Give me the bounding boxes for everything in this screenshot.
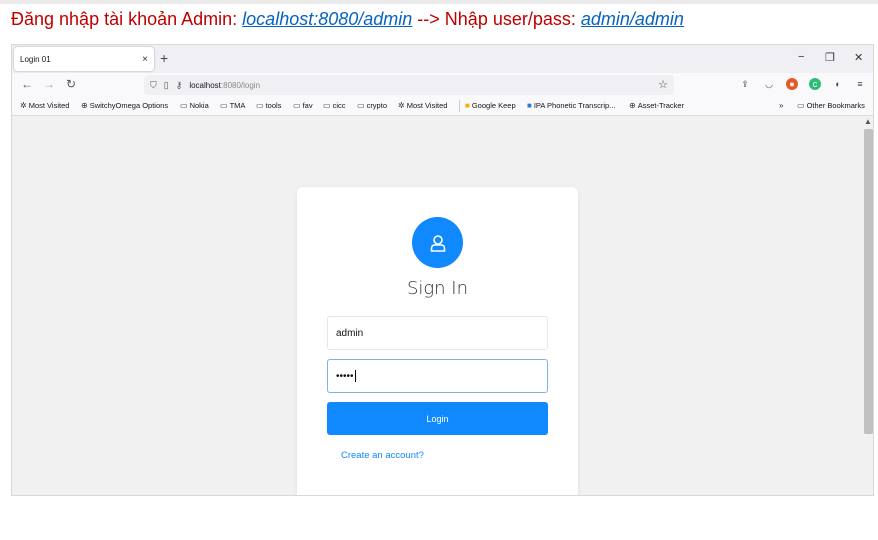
folder-icon: ▭ [797, 101, 805, 110]
folder-icon: ▭ [256, 101, 264, 110]
bookmark-asset-tracker[interactable]: ⊕ Asset-Tracker [629, 101, 684, 110]
caption-prefix: Đăng nhập tài khoản Admin: [11, 9, 243, 29]
shield-extension-icon[interactable]: ◡ [763, 78, 775, 90]
page-icon: ▯ [163, 79, 169, 90]
url-path: :8080/login [220, 80, 261, 90]
scroll-thumb[interactable] [864, 129, 873, 434]
folder-icon: ▭ [220, 101, 228, 110]
navigation-bar: ← → ↻ ⛉ ▯ ⚷ localhost:8080/login ☆ ⇪ ◡ ●… [12, 73, 873, 97]
text-caret [354, 370, 356, 382]
bookmark-ipa-phonetic[interactable]: ■ IPA Phonetic Transcrip... [527, 101, 615, 110]
globe-icon: ⊕ [629, 101, 636, 110]
bookmark-label: Nokia [189, 101, 209, 110]
bookmark-folder-cicc[interactable]: ▭ cicc [323, 101, 345, 110]
page-top-border [0, 0, 878, 4]
bookmark-most-visited[interactable]: ✲ Most Visited [20, 101, 69, 110]
bookmark-switchyomega[interactable]: ⊕ SwitchyOmega Options [81, 101, 168, 110]
ipa-icon: ■ [527, 101, 532, 110]
instruction-caption: Đăng nhập tài khoản Admin: localhost:808… [11, 9, 684, 30]
tab-bar: Login 01 × + − ❐ ✕ [12, 45, 873, 73]
bookmark-most-visited-2[interactable]: ✲ Most Visited [398, 101, 447, 110]
username-input[interactable]: admin [327, 316, 548, 350]
login-card: Sign In admin ••••• Login Create an acco… [297, 187, 578, 495]
username-value: admin [336, 327, 364, 339]
extension-green-icon[interactable]: c [809, 78, 821, 90]
bookmark-separator [459, 100, 460, 112]
extension-orange-icon[interactable]: ● [786, 78, 798, 90]
globe-icon: ⊕ [81, 101, 88, 110]
gear-icon: ✲ [398, 101, 405, 110]
close-window-button[interactable]: ✕ [854, 51, 863, 64]
bookmark-label: Other Bookmarks [806, 101, 865, 110]
bookmark-google-keep[interactable]: ■ Google Keep [465, 101, 516, 110]
shield-icon[interactable]: ⛉ [150, 80, 157, 91]
bookmark-label: TMA [229, 101, 246, 110]
address-bar[interactable]: ⛉ ▯ ⚷ localhost:8080/login ☆ [144, 75, 674, 95]
bookmark-label: cicc [332, 101, 346, 110]
bookmark-folder-fav[interactable]: ▭ fav [293, 101, 313, 110]
bookmark-label: Google Keep [471, 101, 516, 110]
caption-credentials-link[interactable]: admin/admin [581, 9, 684, 29]
folder-icon: ▭ [293, 101, 301, 110]
reload-icon[interactable]: ↻ [66, 77, 76, 91]
bookmark-label: Most Visited [28, 101, 70, 110]
user-icon [430, 234, 445, 252]
extension-circle-icon[interactable]: ◐ [832, 78, 844, 90]
bookmark-folder-tools[interactable]: ▭ tools [256, 101, 281, 110]
tab-close-icon[interactable]: × [142, 54, 148, 65]
create-account-link[interactable]: Create an account? [341, 450, 424, 461]
user-avatar [412, 217, 463, 268]
bookmark-star-icon[interactable]: ☆ [658, 78, 668, 91]
key-icon[interactable]: ⚷ [176, 80, 183, 91]
folder-icon: ▭ [180, 101, 188, 110]
caption-mid: --> Nhập user/pass: [412, 9, 581, 29]
folder-icon: ▭ [357, 101, 365, 110]
new-tab-button[interactable]: + [160, 50, 168, 66]
tab-login[interactable]: Login 01 × [14, 47, 154, 71]
gear-icon: ✲ [20, 101, 27, 110]
tab-title: Login 01 [20, 54, 51, 64]
minimize-button[interactable]: − [798, 51, 804, 63]
bookmark-folder-crypto[interactable]: ▭ crypto [357, 101, 387, 110]
menu-icon[interactable]: ≡ [854, 78, 866, 90]
bookmarks-overflow-chevron-icon[interactable]: » [779, 101, 783, 110]
password-input[interactable]: ••••• [327, 359, 548, 393]
bookmark-label: Asset-Tracker [637, 101, 685, 110]
folder-icon: ▭ [323, 101, 331, 110]
bookmark-folder-nokia[interactable]: ▭ Nokia [180, 101, 209, 110]
bookmark-label: fav [302, 101, 313, 110]
keep-icon: ■ [465, 101, 470, 110]
bookmark-label: tools [265, 101, 282, 110]
browser-window: Login 01 × + − ❐ ✕ ← → ↻ ⛉ ▯ ⚷ localhost… [11, 44, 874, 496]
bookmarks-toolbar: ✲ Most Visited ⊕ SwitchyOmega Options ▭ Nok… [12, 97, 873, 116]
page-viewport: Sign In admin ••••• Login Create an acco… [12, 117, 861, 495]
bookmark-label: Most Visited [406, 101, 448, 110]
bookmark-folder-tma[interactable]: ▭ TMA [220, 101, 245, 110]
vertical-scrollbar[interactable]: ▲ [861, 117, 873, 495]
pocket-icon[interactable]: ⇪ [739, 78, 751, 90]
login-button[interactable]: Login [327, 402, 548, 435]
caption-url-link[interactable]: localhost:8080/admin [242, 9, 412, 29]
forward-icon[interactable]: → [43, 77, 55, 91]
scroll-up-arrow-icon[interactable]: ▲ [864, 117, 872, 126]
restore-button[interactable]: ❐ [825, 51, 835, 64]
bookmark-label: SwitchyOmega Options [89, 101, 169, 110]
sign-in-title: Sign In [406, 278, 469, 299]
bookmark-other-bookmarks[interactable]: ▭ Other Bookmarks [797, 101, 865, 110]
password-mask: ••••• [336, 370, 354, 382]
url-host: localhost [189, 80, 221, 90]
bookmark-label: IPA Phonetic Transcrip... [533, 101, 616, 110]
bookmark-label: crypto [366, 101, 387, 110]
back-icon[interactable]: ← [21, 77, 33, 91]
